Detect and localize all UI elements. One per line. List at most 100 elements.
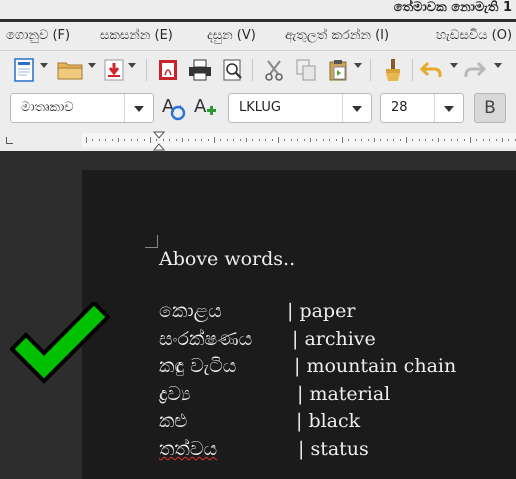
word-si[interactable]: ද්‍රව්‍ය — [159, 383, 191, 405]
ruler-tick — [194, 139, 196, 141]
ruler-tick — [150, 137, 151, 143]
print-icon[interactable] — [186, 57, 214, 83]
font-size-dropdown-button[interactable] — [434, 94, 463, 122]
print-preview-icon[interactable] — [220, 57, 246, 83]
ruler-tick — [169, 139, 171, 141]
font-name-combo[interactable]: LKLUG — [228, 93, 372, 123]
new-document-icon[interactable] — [12, 57, 36, 83]
toolbar-separator — [252, 59, 253, 81]
paste-dropdown-icon[interactable] — [354, 63, 362, 68]
text-boundary-corner — [145, 235, 158, 248]
ruler-tick — [111, 139, 113, 141]
font-size-value: 28 — [391, 100, 408, 115]
ruler-tick — [450, 139, 452, 141]
ruler-tick — [271, 139, 273, 141]
ruler-tick — [214, 137, 215, 143]
standard-toolbar — [0, 51, 516, 89]
word-en[interactable]: | paper — [287, 300, 355, 322]
paragraph-style-combo[interactable]: මාතෘකාව — [10, 93, 154, 123]
save-dropdown-icon[interactable] — [128, 63, 136, 68]
word-si[interactable]: සංරක්ෂණය — [159, 328, 252, 350]
ruler-tick — [226, 139, 228, 141]
word-en[interactable]: | mountain chain — [294, 355, 456, 377]
word-en[interactable]: | black — [296, 410, 360, 432]
menu-format[interactable]: හැඩසවිය (O) — [436, 28, 512, 43]
ruler-tick — [489, 139, 491, 141]
ruler-tick — [463, 139, 465, 141]
window-title: තේමාවක නොමැති 1 — [393, 0, 512, 15]
clone-formatting-icon[interactable] — [380, 57, 406, 83]
ruler-tick — [322, 139, 324, 141]
ruler-tick — [130, 139, 132, 141]
redo-icon[interactable] — [462, 57, 488, 83]
document-page[interactable] — [82, 170, 516, 479]
menu-file[interactable]: ගොනුව (F) — [6, 28, 70, 43]
paste-icon[interactable] — [326, 57, 350, 83]
ruler-tick — [105, 139, 107, 141]
ruler-tick — [124, 139, 126, 141]
ruler-tick — [290, 139, 292, 141]
open-folder-icon[interactable] — [56, 57, 84, 83]
undo-icon[interactable] — [418, 57, 444, 83]
ruler-tick — [201, 139, 203, 141]
new-style-icon[interactable]: A — [190, 93, 220, 123]
word-si[interactable]: කළු — [159, 410, 187, 432]
menu-edit[interactable]: සකසන්න (E) — [100, 28, 173, 43]
ruler-tick — [92, 139, 94, 141]
font-name-dropdown-button[interactable] — [342, 94, 371, 122]
chevron-down-icon — [352, 106, 362, 112]
word-si[interactable]: කොළය — [159, 300, 222, 322]
ruler-tick — [470, 137, 471, 143]
ruler-tick — [380, 139, 382, 141]
redo-dropdown-icon[interactable] — [494, 63, 502, 68]
horizontal-ruler[interactable] — [0, 129, 516, 151]
ruler-tick — [412, 139, 414, 141]
svg-text:A: A — [194, 96, 207, 117]
ruler-tick — [278, 137, 279, 143]
ruler-tick — [246, 138, 247, 142]
new-dropdown-icon[interactable] — [40, 63, 48, 68]
tab-stop-icon[interactable] — [6, 137, 13, 144]
document-heading[interactable]: Above words.. — [159, 248, 295, 270]
menu-view[interactable]: දසුන (V) — [207, 28, 256, 43]
ruler-tick — [335, 139, 337, 141]
word-si[interactable]: කඳු වැටිය — [159, 355, 236, 377]
update-style-icon[interactable]: A — [158, 93, 188, 123]
ruler-tick — [329, 139, 331, 141]
save-icon[interactable] — [102, 57, 126, 83]
ruler-tick — [361, 139, 363, 141]
font-size-combo[interactable]: 28 — [380, 93, 464, 123]
export-pdf-icon[interactable] — [156, 57, 180, 83]
ruler-tick — [297, 139, 299, 141]
word-si-misspelled[interactable]: තත්වය — [159, 438, 217, 460]
cut-icon[interactable] — [262, 57, 286, 83]
ruler-tick — [220, 139, 222, 141]
word-en[interactable]: | archive — [292, 328, 376, 350]
indent-marker-icon[interactable] — [153, 131, 165, 151]
ruler-tick — [508, 139, 510, 141]
chevron-down-icon — [444, 106, 454, 112]
ruler-tick — [207, 139, 209, 141]
ruler-tick — [502, 138, 503, 142]
ruler-tick — [258, 139, 260, 141]
ruler-tick — [233, 139, 235, 141]
copy-icon[interactable] — [294, 57, 318, 83]
green-checkmark-icon — [10, 302, 110, 384]
ruler-tick — [137, 139, 139, 141]
ruler-tick — [374, 138, 375, 142]
ruler-tick — [406, 137, 407, 143]
ruler-tick — [98, 139, 100, 141]
word-en[interactable]: | status — [298, 438, 369, 460]
ruler-tick — [284, 139, 286, 141]
ruler-tick — [438, 138, 439, 142]
ruler-tick — [182, 138, 183, 142]
formatting-toolbar: මාතෘකාව A A LKLUG 28 B — [0, 89, 516, 129]
menu-insert[interactable]: ඇතුලත් කරන්න (I) — [285, 28, 389, 43]
bold-button[interactable]: B — [474, 93, 506, 123]
undo-dropdown-icon[interactable] — [450, 63, 458, 68]
open-dropdown-icon[interactable] — [88, 63, 96, 68]
ruler-tick — [303, 139, 305, 141]
ruler-tick — [118, 138, 119, 142]
paragraph-style-dropdown-button[interactable] — [124, 94, 153, 122]
word-en[interactable]: | material — [297, 383, 390, 405]
